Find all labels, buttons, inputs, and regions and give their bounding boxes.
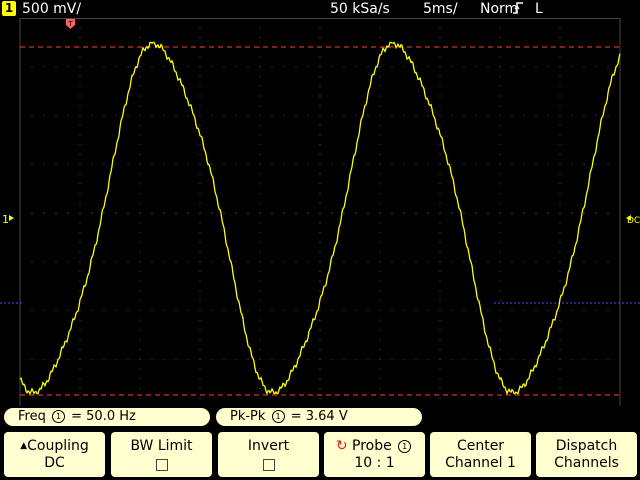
trigger-coupling: L: [535, 1, 543, 17]
trigger-level-marker[interactable]: DC: [626, 215, 640, 226]
dispatch-label: Dispatch: [555, 438, 618, 454]
invert-softkey[interactable]: Invert: [218, 432, 319, 477]
coupling-softkey[interactable]: ▲Coupling DC: [4, 432, 105, 477]
invert-label: Invert: [247, 438, 290, 454]
rotate-knob-icon: ↻: [335, 438, 348, 454]
bw-limit-label: BW Limit: [130, 438, 193, 454]
channel-1-trace: [19, 41, 621, 396]
center-value: Channel 1: [445, 455, 516, 471]
pkpk-label: Pk-Pk: [230, 409, 266, 424]
trigger-level-label: DC: [627, 216, 640, 226]
invert-checkbox-icon[interactable]: [262, 459, 275, 471]
dispatch-value: Channels: [554, 455, 619, 471]
grid: [19, 18, 621, 408]
coupling-value: DC: [44, 455, 65, 471]
trigger-position-label: T: [67, 20, 73, 28]
waveform-display[interactable]: T 1 DC: [0, 18, 640, 408]
measurement-bar: Freq 1 = 50.0 Hz Pk-Pk 1 = 3.64 V: [0, 406, 640, 428]
channel-1-badge: 1: [2, 1, 16, 16]
rising-edge-icon: [512, 1, 524, 19]
trigger-position-marker[interactable]: T: [66, 19, 75, 29]
center-softkey[interactable]: Center Channel 1: [430, 432, 531, 477]
channel-ground-marker[interactable]: 1: [2, 213, 14, 226]
freq-measurement[interactable]: Freq 1 = 50.0 Hz: [4, 408, 210, 426]
coupling-label: Coupling: [27, 438, 89, 454]
freq-label: Freq: [18, 409, 46, 424]
graticule: T 1 DC: [0, 18, 640, 408]
probe-source-icon: 1: [398, 440, 412, 453]
channel-ground-label: 1: [2, 213, 9, 226]
probe-value: 10 : 1: [354, 455, 395, 471]
softkey-bar: ▲Coupling DC BW Limit Invert ↻ Probe 1 1…: [0, 430, 640, 480]
sample-rate: 50 kSa/s: [330, 1, 390, 17]
time-scale: 5ms/: [423, 1, 458, 17]
center-label: Center: [456, 438, 505, 454]
status-bar: 1 500 mV/ 50 kSa/s 5ms/ Norm L: [0, 0, 640, 18]
freq-value: = 50.0 Hz: [71, 409, 136, 424]
dispatch-softkey[interactable]: Dispatch Channels: [536, 432, 637, 477]
pkpk-source-icon: 1: [271, 410, 285, 423]
probe-softkey[interactable]: ↻ Probe 1 10 : 1: [324, 432, 425, 477]
bw-limit-checkbox-icon[interactable]: [155, 459, 168, 471]
bw-limit-softkey[interactable]: BW Limit: [111, 432, 212, 477]
probe-label: Probe: [352, 438, 392, 454]
channel-scale: 500 mV/: [22, 1, 82, 17]
freq-source-icon: 1: [51, 410, 65, 423]
pkpk-value: = 3.64 V: [290, 409, 348, 424]
pkpk-measurement[interactable]: Pk-Pk 1 = 3.64 V: [216, 408, 422, 426]
